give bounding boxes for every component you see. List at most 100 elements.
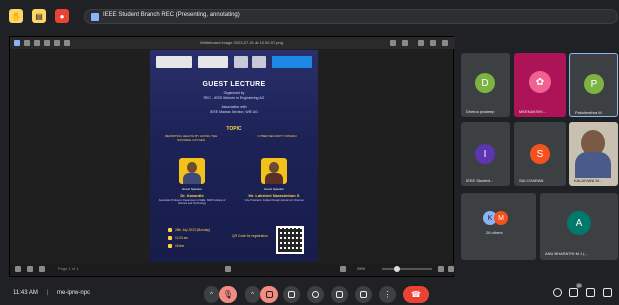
present-button[interactable]: [331, 286, 348, 303]
avatar: D: [475, 73, 495, 93]
participant-name-3: Pakshesthra M: [575, 110, 602, 115]
speaker-desc-2: Vice President, Intellect Design Arena L…: [244, 199, 304, 202]
annotate-icon[interactable]: [14, 40, 20, 46]
camera-off-icon: [265, 291, 273, 298]
participant-name-1: Dheina pradeep: [466, 109, 495, 114]
speaker-desc-1: Associate Professor, Department of EEE, …: [158, 199, 226, 206]
participant-tile-3[interactable]: P Pakshesthra M: [569, 53, 618, 117]
viewer-toolbar: Whiteboard image 2023-07-21 at 10.50.57.…: [10, 37, 455, 49]
guest-lecture-poster: GUEST LECTURE Organized by REC - IEEE Wo…: [150, 50, 318, 262]
event-date: 26th July 2023 (Monday): [175, 228, 211, 232]
close-icon[interactable]: [442, 40, 448, 46]
chevron-up-icon: ^: [251, 291, 254, 298]
participant-tile-4[interactable]: I IEEE Student...: [461, 122, 510, 186]
meeting-details-icon[interactable]: [553, 288, 562, 297]
more-options-button[interactable]: ⋮: [379, 286, 396, 303]
speaker-name-2: Mr. Lakshmi Narasimhan S: [248, 193, 300, 198]
text-icon[interactable]: [34, 40, 40, 46]
top-bar: ✋ ▤ ● IEEE Student Branch REC (Presentin…: [0, 0, 619, 28]
others-tile[interactable]: K M 26 others: [461, 193, 536, 260]
zoom-level: 29%: [357, 266, 366, 271]
undo-icon[interactable]: [54, 40, 60, 46]
participant-tile-5[interactable]: S SAI CHARAN: [514, 122, 566, 186]
presenting-banner[interactable]: IEEE Student Branch REC (Presenting, ann…: [84, 9, 618, 24]
pen-icon[interactable]: [24, 40, 30, 46]
event-mode: Online: [175, 244, 185, 248]
viewer-status-bar: Page 1 of 1 29%: [10, 263, 455, 275]
participant-video-body: [575, 152, 611, 178]
speaker-tag-1: Guest Speaker: [181, 187, 202, 191]
share-icon[interactable]: [390, 40, 396, 46]
settings-icon[interactable]: [15, 266, 21, 272]
hand-raise-icon[interactable]: ✋: [9, 9, 23, 23]
people-icon[interactable]: [569, 288, 578, 297]
raise-hand-button[interactable]: [355, 286, 372, 303]
page-info: Page 1 of 1: [58, 266, 79, 271]
present-stop-icon[interactable]: ●: [55, 9, 69, 23]
avatar: ✿: [529, 71, 551, 93]
meet-screen: ✋ ▤ ● IEEE Student Branch REC (Presentin…: [0, 0, 619, 305]
avatar: I: [475, 144, 495, 164]
zoom-slider-handle[interactable]: [394, 266, 400, 272]
mic-off-icon: 🎙: [222, 290, 234, 299]
more-vert-icon: ⋮: [383, 290, 392, 299]
zoom-in-icon[interactable]: [438, 266, 444, 272]
participant-tile-2[interactable]: ✿ MEENAKSHI...: [514, 53, 566, 117]
chat-icon[interactable]: [586, 288, 595, 297]
camera-toggle-button[interactable]: [260, 286, 278, 303]
rotate-icon[interactable]: [27, 266, 33, 272]
mic-toggle-button[interactable]: 🎙: [219, 286, 237, 303]
event-time: 11:00 am: [175, 236, 189, 240]
meeting-clock: 11:43 AM: [13, 290, 38, 296]
topic-left: REWRITING HEALTH BY GIVING THE SUITABLE …: [164, 134, 218, 142]
captions-button[interactable]: [283, 286, 300, 303]
participant-tile-1[interactable]: D Dheina pradeep: [461, 53, 510, 117]
captions-icon: [288, 291, 295, 298]
wie-logo: [234, 56, 248, 68]
poster-title: GUEST LECTURE: [202, 81, 266, 88]
fullscreen-icon[interactable]: [448, 266, 454, 272]
clock-icon: [168, 236, 172, 241]
fit-icon[interactable]: [225, 266, 231, 272]
participant-name-8: ANU BHARATHI M J (...: [545, 251, 588, 256]
speaker-name-1: Dr. Kasanthi: [180, 193, 204, 198]
others-count: 26 others: [486, 230, 503, 235]
organizer: REC - IEEE Women in Engineering AG: [203, 96, 265, 100]
college-logo: [156, 56, 192, 68]
participant-count-badge: 30: [576, 283, 583, 288]
clock-separator: |: [47, 290, 49, 296]
avatar: A: [567, 211, 591, 235]
mic-options-button[interactable]: ^: [204, 286, 219, 303]
section-logo: [252, 56, 266, 68]
participant-tile-6[interactable]: KALAIVANI M...: [569, 122, 618, 186]
shape-icon[interactable]: [44, 40, 50, 46]
participant-tile-8[interactable]: A ANU BHARATHI M J (...: [540, 193, 618, 260]
topic-right: CYBER SECURITY DOMAIN: [257, 134, 297, 138]
present-icon: [336, 291, 343, 298]
activities-icon[interactable]: [603, 288, 612, 297]
zoom-out-icon[interactable]: [340, 266, 346, 272]
avatar: M: [494, 211, 508, 225]
minimize-icon[interactable]: [418, 40, 424, 46]
emoji-button[interactable]: [307, 286, 324, 303]
ieee-logo: [198, 56, 228, 68]
madras-section-logo: [272, 56, 312, 68]
emoji-icon: [312, 291, 319, 298]
zoom-slider[interactable]: [382, 268, 432, 270]
qr-label: QR Code for registration: [232, 234, 268, 238]
event-mode-row: Online: [168, 244, 185, 249]
more-icon[interactable]: [402, 40, 408, 46]
maximize-icon[interactable]: [430, 40, 436, 46]
info-icon[interactable]: [39, 266, 45, 272]
camera-options-button[interactable]: ^: [245, 286, 260, 303]
registration-qr-code: [276, 226, 304, 254]
speaker-photo-1: [179, 158, 205, 184]
hand-icon: [360, 291, 367, 298]
participant-name-2: MEENAKSHI...: [519, 109, 546, 114]
captions-icon[interactable]: ▤: [32, 9, 46, 23]
leave-call-button[interactable]: ☎: [403, 286, 429, 303]
participant-name-6: KALAIVANI M...: [574, 178, 603, 183]
redo-icon[interactable]: [64, 40, 70, 46]
viewer-title: Whiteboard image 2023-07-21 at 10.50.57.…: [200, 40, 283, 45]
event-date-row: 26th July 2023 (Monday): [168, 228, 211, 233]
